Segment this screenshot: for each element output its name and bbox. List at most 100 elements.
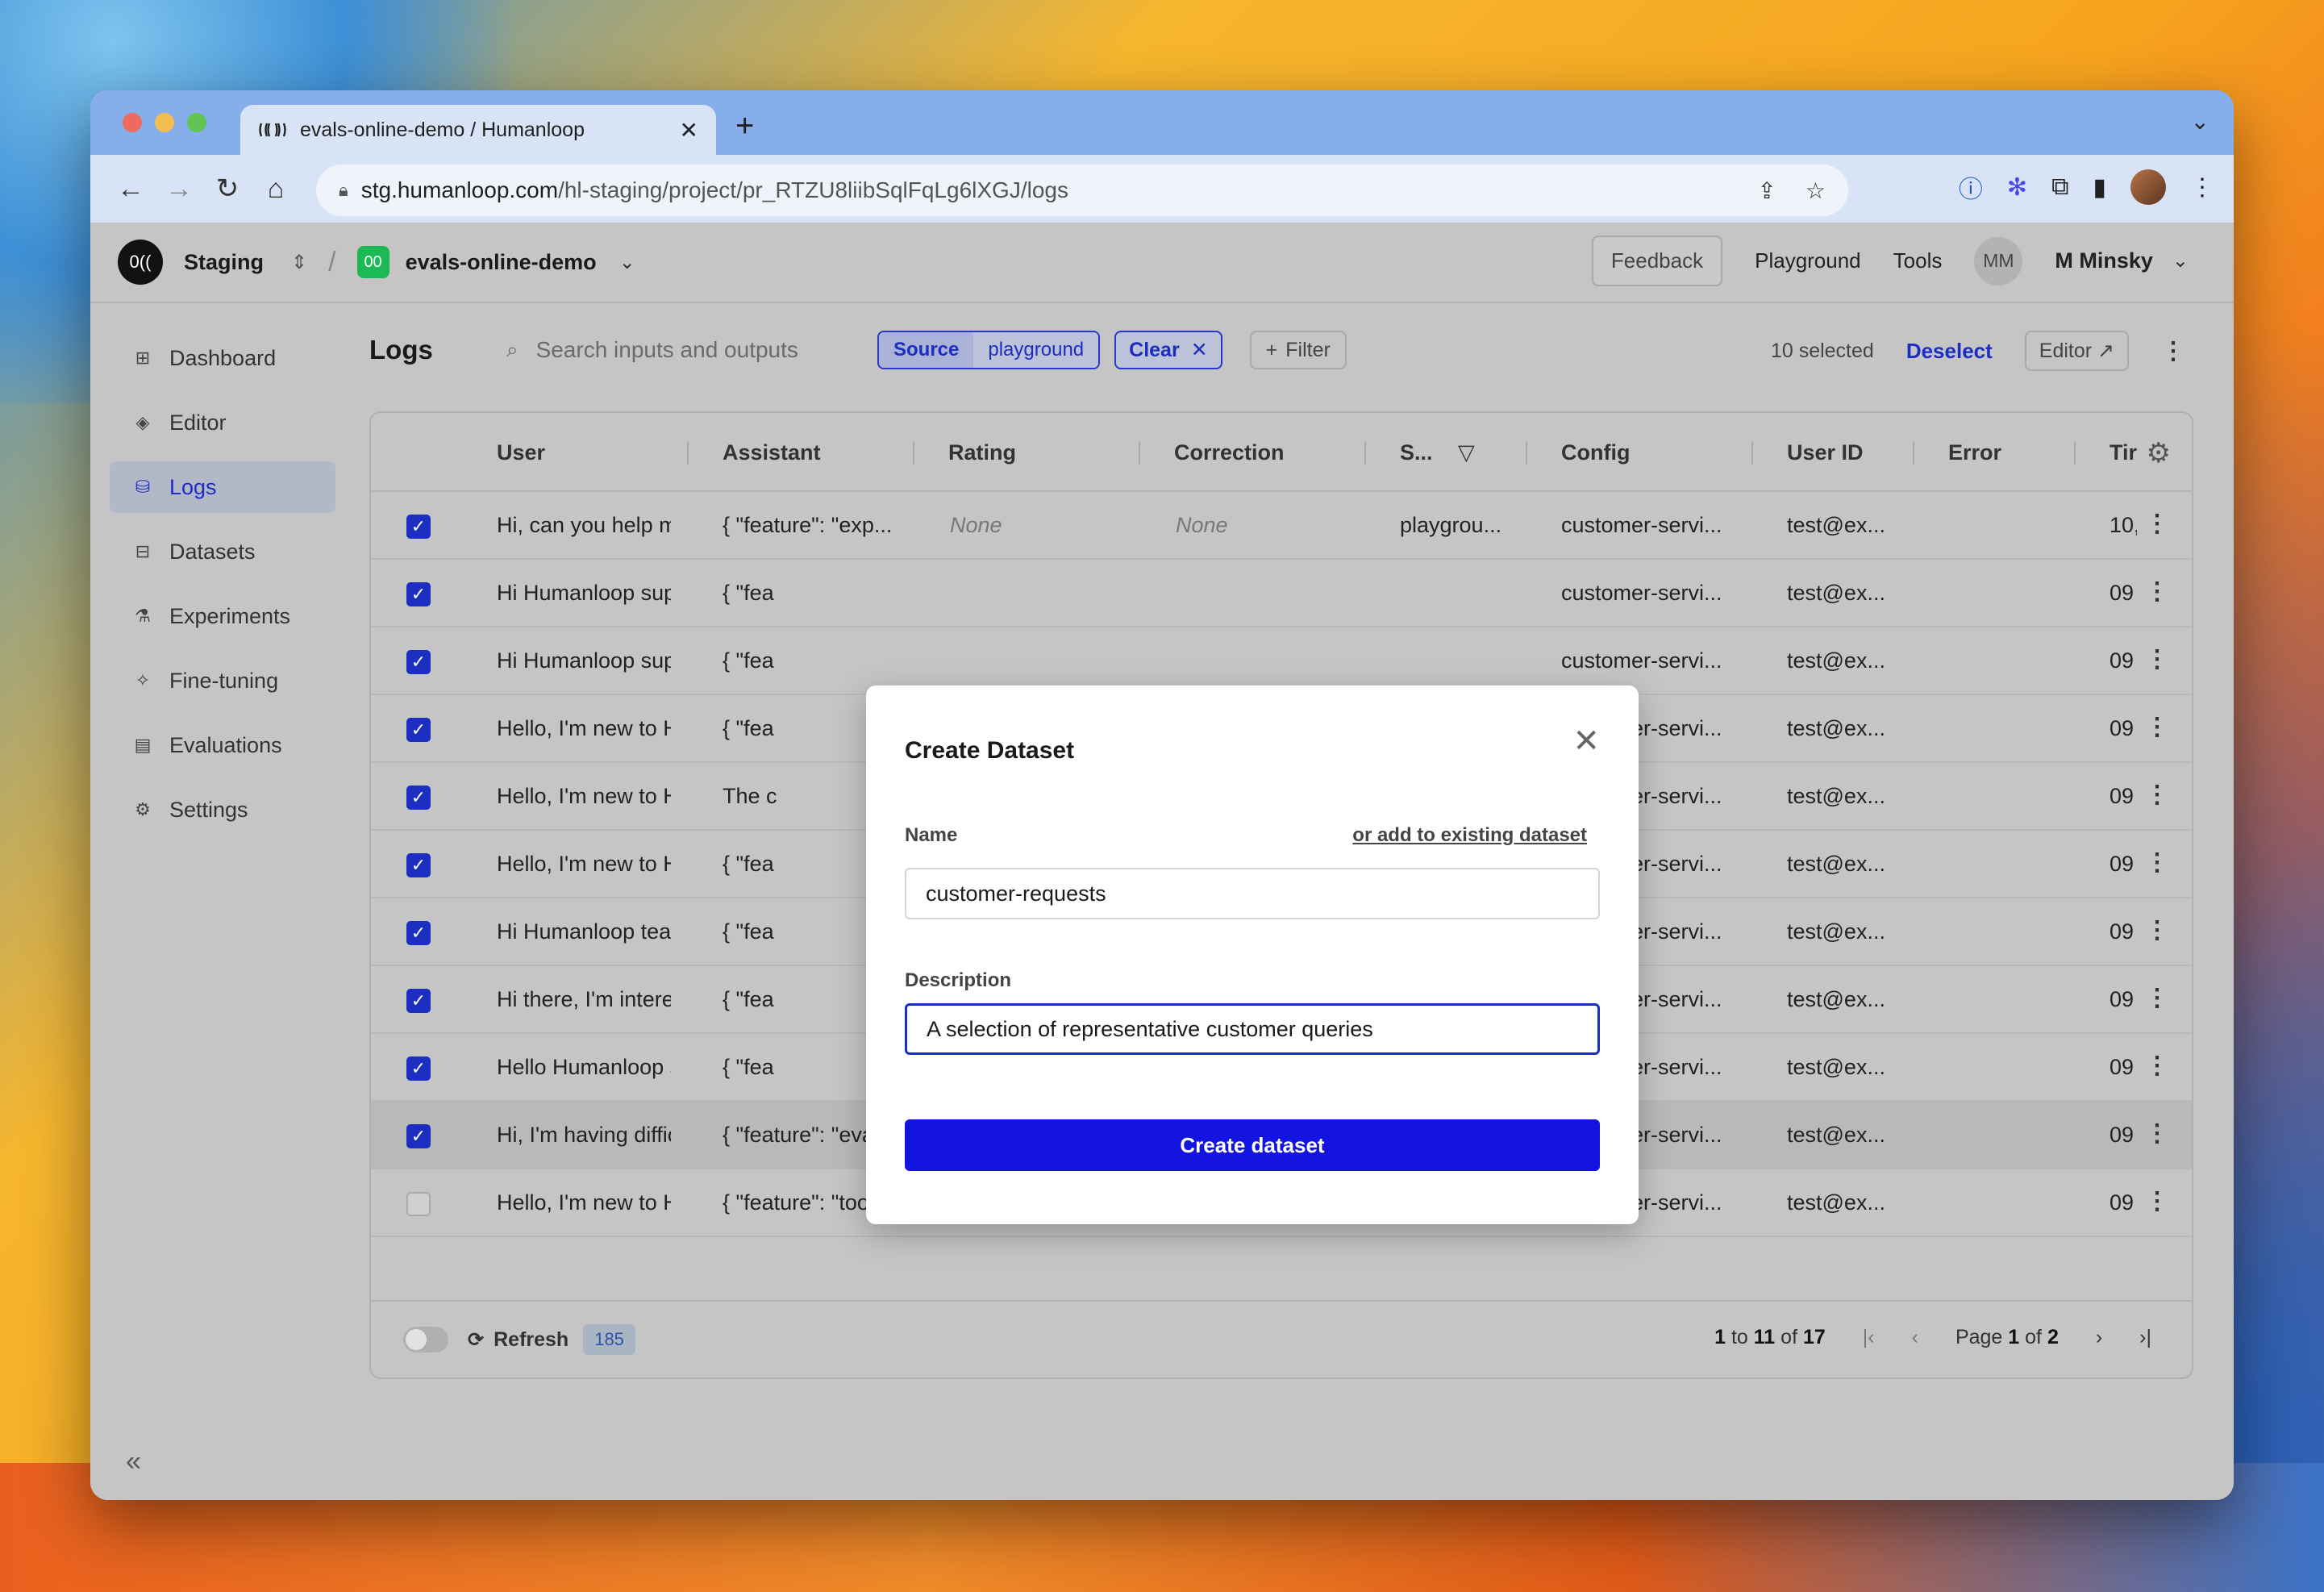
last-page-icon[interactable]: ›| (2139, 1326, 2151, 1349)
project-name[interactable]: evals-online-demo (406, 250, 597, 275)
row-more-options-icon[interactable]: ⋮ (2145, 1119, 2169, 1148)
sidebar-item-evaluations[interactable]: ▤ Evaluations (110, 719, 335, 771)
new-tab-icon[interactable]: + (735, 108, 754, 144)
column-header-config[interactable]: Config (1561, 440, 1630, 465)
column-header-source[interactable]: S... (1400, 440, 1433, 465)
row-checkbox[interactable]: ✓ (406, 989, 431, 1013)
column-resizer[interactable] (687, 442, 689, 465)
previous-page-icon[interactable]: ‹ (1912, 1326, 1918, 1349)
share-icon[interactable]: ⇪ (1757, 177, 1776, 204)
column-resizer[interactable] (2074, 442, 2076, 465)
close-window-button[interactable] (123, 113, 142, 132)
column-resizer[interactable] (1364, 442, 1366, 465)
snowflake-extension-icon[interactable]: ✻ (2007, 173, 2027, 202)
row-more-options-icon[interactable]: ⋮ (2145, 1052, 2169, 1080)
bookmark-star-icon[interactable]: ☆ (1805, 177, 1826, 204)
row-checkbox[interactable]: ✓ (406, 1124, 431, 1148)
sidebar-item-experiments[interactable]: ⚗ Experiments (110, 590, 335, 642)
sidebar-item-dashboard[interactable]: ⊞ Dashboard (110, 332, 335, 384)
row-more-options-icon[interactable]: ⋮ (2145, 781, 2169, 809)
table-row[interactable]: ✓ Hi Humanloop suppo { "fea customer-servi.… (371, 560, 2192, 627)
next-page-icon[interactable]: › (2096, 1326, 2102, 1349)
org-name[interactable]: Staging (184, 250, 264, 275)
row-checkbox[interactable]: ✓ (406, 515, 431, 539)
dataset-description-input[interactable]: A selection of representative customer q… (905, 1003, 1600, 1055)
password-manager-icon[interactable]: ⓘ (1959, 169, 1983, 205)
add-filter-button[interactable]: + Filter (1249, 331, 1347, 369)
add-to-existing-dataset-link[interactable]: or add to existing dataset (1352, 824, 1587, 847)
row-more-options-icon[interactable]: ⋮ (2145, 1187, 2169, 1215)
tab-close-icon[interactable]: ✕ (680, 117, 698, 144)
deselect-button[interactable]: Deselect (1906, 339, 1993, 364)
row-checkbox[interactable]: ✓ (406, 853, 431, 877)
search-input[interactable]: ⌕ Search inputs and outputs (506, 337, 877, 363)
column-resizer[interactable] (1913, 442, 1914, 465)
row-checkbox[interactable]: ✓ (406, 786, 431, 810)
close-icon[interactable]: ✕ (1572, 723, 1600, 760)
open-editor-button[interactable]: Editor ↗ (2024, 331, 2129, 371)
tools-link[interactable]: Tools (1893, 248, 1943, 273)
table-settings-gear-icon[interactable]: ⚙ (2147, 437, 2171, 469)
row-checkbox[interactable]: ✓ (406, 718, 431, 742)
home-icon[interactable]: ⌂ (252, 173, 300, 205)
user-menu-chevron-icon[interactable]: ⌄ (2172, 249, 2189, 273)
row-checkbox[interactable]: ✓ (406, 1056, 431, 1081)
chevron-down-icon[interactable]: ⌄ (619, 251, 635, 274)
profile-avatar[interactable] (2130, 169, 2166, 205)
table-row[interactable]: ✓ Hi, can you help me { "feature": "exp...… (371, 492, 2192, 560)
column-header-user[interactable]: User (497, 440, 545, 465)
row-more-options-icon[interactable]: ⋮ (2145, 848, 2169, 877)
extensions-puzzle-icon[interactable]: ⧉ (2051, 173, 2068, 201)
row-more-options-icon[interactable]: ⋮ (2145, 713, 2169, 741)
row-checkbox[interactable]: ✓ (406, 921, 431, 945)
address-bar[interactable]: 🔒︎ stg.humanloop.com/hl-staging/project/… (316, 165, 1848, 216)
column-resizer[interactable] (1526, 442, 1527, 465)
sidebar-item-editor[interactable]: ◈ Editor (110, 397, 335, 448)
tab-search-chevron-icon[interactable]: ⌄ (2191, 108, 2209, 135)
auto-refresh-toggle[interactable] (403, 1327, 448, 1352)
column-header-time[interactable]: Tir (2110, 440, 2137, 465)
sidebar-item-logs[interactable]: ⛁ Logs (110, 461, 335, 513)
first-page-icon[interactable]: |‹ (1863, 1326, 1875, 1349)
user-name[interactable]: M Minsky (2055, 248, 2153, 273)
sidebar-item-settings[interactable]: ⚙ Settings (110, 784, 335, 836)
row-more-options-icon[interactable]: ⋮ (2145, 577, 2169, 606)
reload-icon[interactable]: ↻ (203, 173, 252, 205)
feedback-button[interactable]: Feedback (1591, 235, 1723, 286)
source-filter-chip[interactable]: Source playground (877, 331, 1101, 369)
row-checkbox[interactable] (406, 1192, 431, 1216)
column-header-rating[interactable]: Rating (948, 440, 1016, 465)
browser-menu-icon[interactable]: ⋮ (2190, 173, 2214, 202)
avatar[interactable]: MM (1974, 236, 2023, 285)
column-resizer[interactable] (1139, 442, 1140, 465)
column-header-correction[interactable]: Correction (1174, 440, 1285, 465)
column-header-assistant[interactable]: Assistant (723, 440, 821, 465)
clear-filters-button[interactable]: Clear ✕ (1114, 331, 1222, 369)
column-resizer[interactable] (913, 442, 914, 465)
row-more-options-icon[interactable]: ⋮ (2145, 984, 2169, 1012)
refresh-button[interactable]: ⟳ Refresh (468, 1328, 569, 1352)
dataset-name-input[interactable]: customer-requests (905, 868, 1600, 919)
forward-icon[interactable]: → (155, 173, 203, 205)
row-more-options-icon[interactable]: ⋮ (2145, 916, 2169, 944)
row-more-options-icon[interactable]: ⋮ (2145, 510, 2169, 538)
more-options-icon[interactable]: ⋮ (2161, 337, 2185, 365)
playground-link[interactable]: Playground (1755, 248, 1861, 273)
column-header-error[interactable]: Error (1948, 440, 2001, 465)
side-panel-icon[interactable]: ▮ (2093, 173, 2106, 202)
back-icon[interactable]: ← (106, 173, 155, 205)
sidebar-item-datasets[interactable]: ⊟ Datasets (110, 526, 335, 577)
org-switcher-icon[interactable]: ⇕ (291, 251, 307, 274)
collapse-sidebar-icon[interactable]: « (126, 1446, 141, 1477)
create-dataset-button[interactable]: Create dataset (905, 1119, 1600, 1171)
browser-tab[interactable]: evals-online-demo / Humanloop ✕ (240, 105, 716, 155)
row-checkbox[interactable]: ✓ (406, 582, 431, 606)
column-header-user-id[interactable]: User ID (1787, 440, 1864, 465)
column-resizer[interactable] (1751, 442, 1753, 465)
filter-funnel-icon[interactable]: ▽ (1458, 440, 1475, 465)
row-more-options-icon[interactable]: ⋮ (2145, 645, 2169, 673)
maximize-window-button[interactable] (187, 113, 206, 132)
minimize-window-button[interactable] (155, 113, 174, 132)
row-checkbox[interactable]: ✓ (406, 650, 431, 674)
sidebar-item-fine-tuning[interactable]: ✧ Fine-tuning (110, 655, 335, 706)
